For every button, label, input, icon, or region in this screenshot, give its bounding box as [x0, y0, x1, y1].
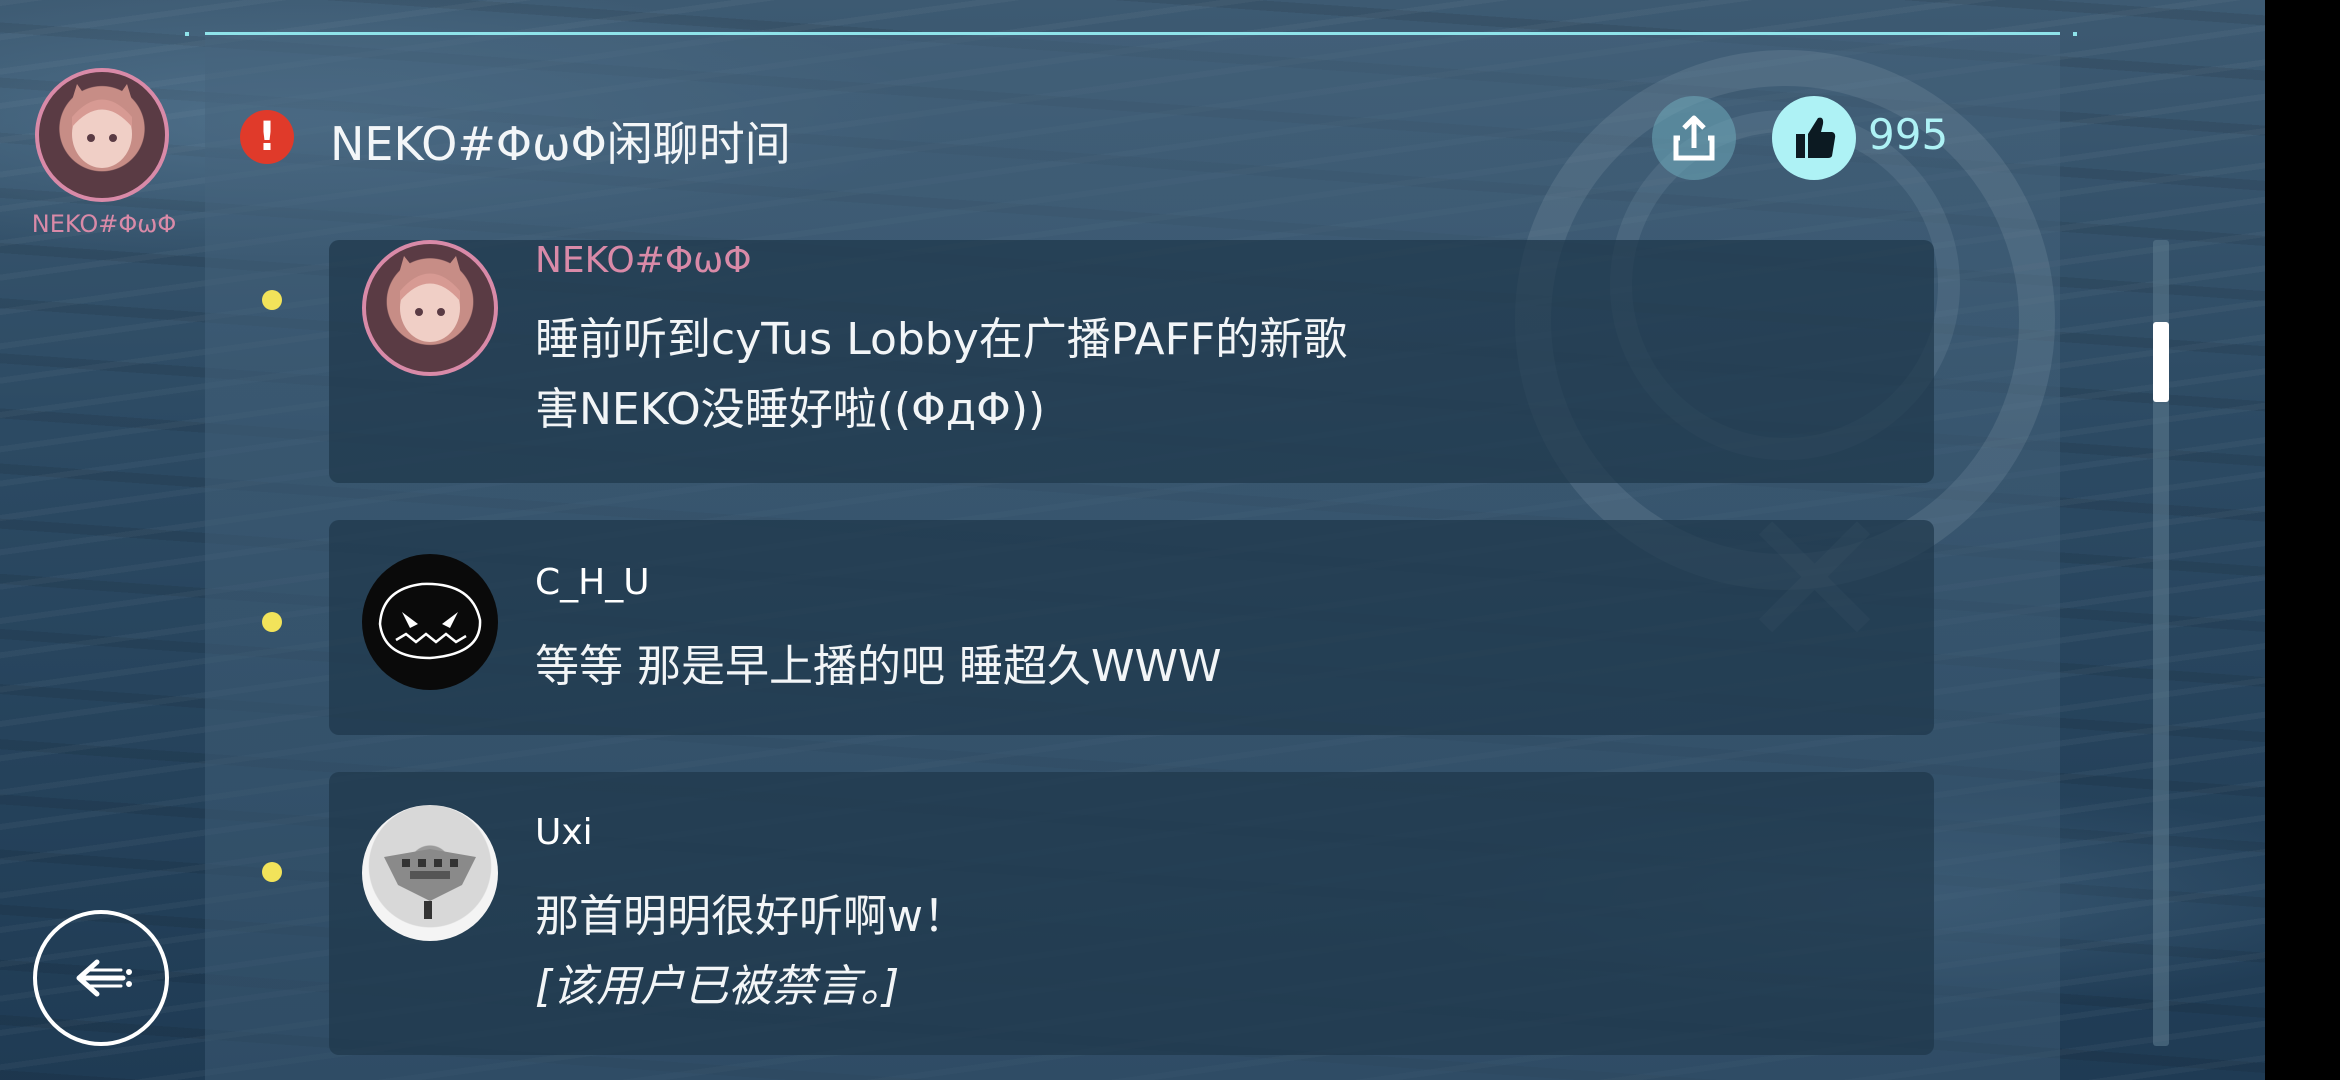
current-user-avatar[interactable]	[35, 68, 169, 202]
top-divider	[205, 32, 2060, 35]
message-card: Uxi 那首明明很好听啊w！ [该用户已被禁言。]	[329, 772, 1934, 1055]
like-button[interactable]	[1772, 96, 1856, 180]
message-text: 害NEKO没睡好啦((ΦдΦ))	[535, 384, 1046, 435]
scrollbar-thumb[interactable]	[2153, 322, 2169, 402]
back-arrow-icon	[76, 959, 132, 997]
user-avatar[interactable]	[362, 554, 498, 690]
message-bullet	[262, 290, 282, 310]
thumbs-up-icon	[1796, 117, 1836, 158]
top-divider-dot-right	[2073, 32, 2077, 36]
message-card: C_H_U 等等 那是早上播的吧 睡超久WWW	[329, 520, 1934, 735]
message-username: C_H_U	[535, 562, 650, 603]
message-text: 那首明明很好听啊w！	[535, 891, 967, 942]
message-text: 等等 那是早上播的吧 睡超久WWW	[535, 641, 1222, 692]
message-card: NEKO#ΦωΦ 睡前听到cyTus Lobby在广播PAFF的新歌 害NEKO…	[329, 240, 1934, 483]
user-avatar[interactable]	[362, 240, 498, 376]
message-username: NEKO#ΦωΦ	[535, 240, 752, 281]
share-icon	[1673, 115, 1715, 161]
message-text: 睡前听到cyTus Lobby在广播PAFF的新歌	[535, 314, 1348, 365]
message-username: Uxi	[535, 812, 593, 853]
message-bullet	[262, 612, 282, 632]
user-avatar[interactable]	[362, 805, 498, 941]
screen-edge	[2265, 0, 2340, 1080]
top-divider-dot-left	[185, 32, 189, 36]
back-button[interactable]	[33, 910, 169, 1046]
share-button[interactable]	[1652, 96, 1736, 180]
page-title: NEKO#ΦωΦ闲聊时间	[330, 117, 791, 171]
message-bullet	[262, 862, 282, 882]
alert-icon: !	[240, 110, 294, 164]
like-count: 995	[1868, 110, 1949, 159]
current-user-name: NEKO#ΦωΦ	[31, 210, 177, 238]
muted-notice: [该用户已被禁言。]	[535, 961, 900, 1012]
